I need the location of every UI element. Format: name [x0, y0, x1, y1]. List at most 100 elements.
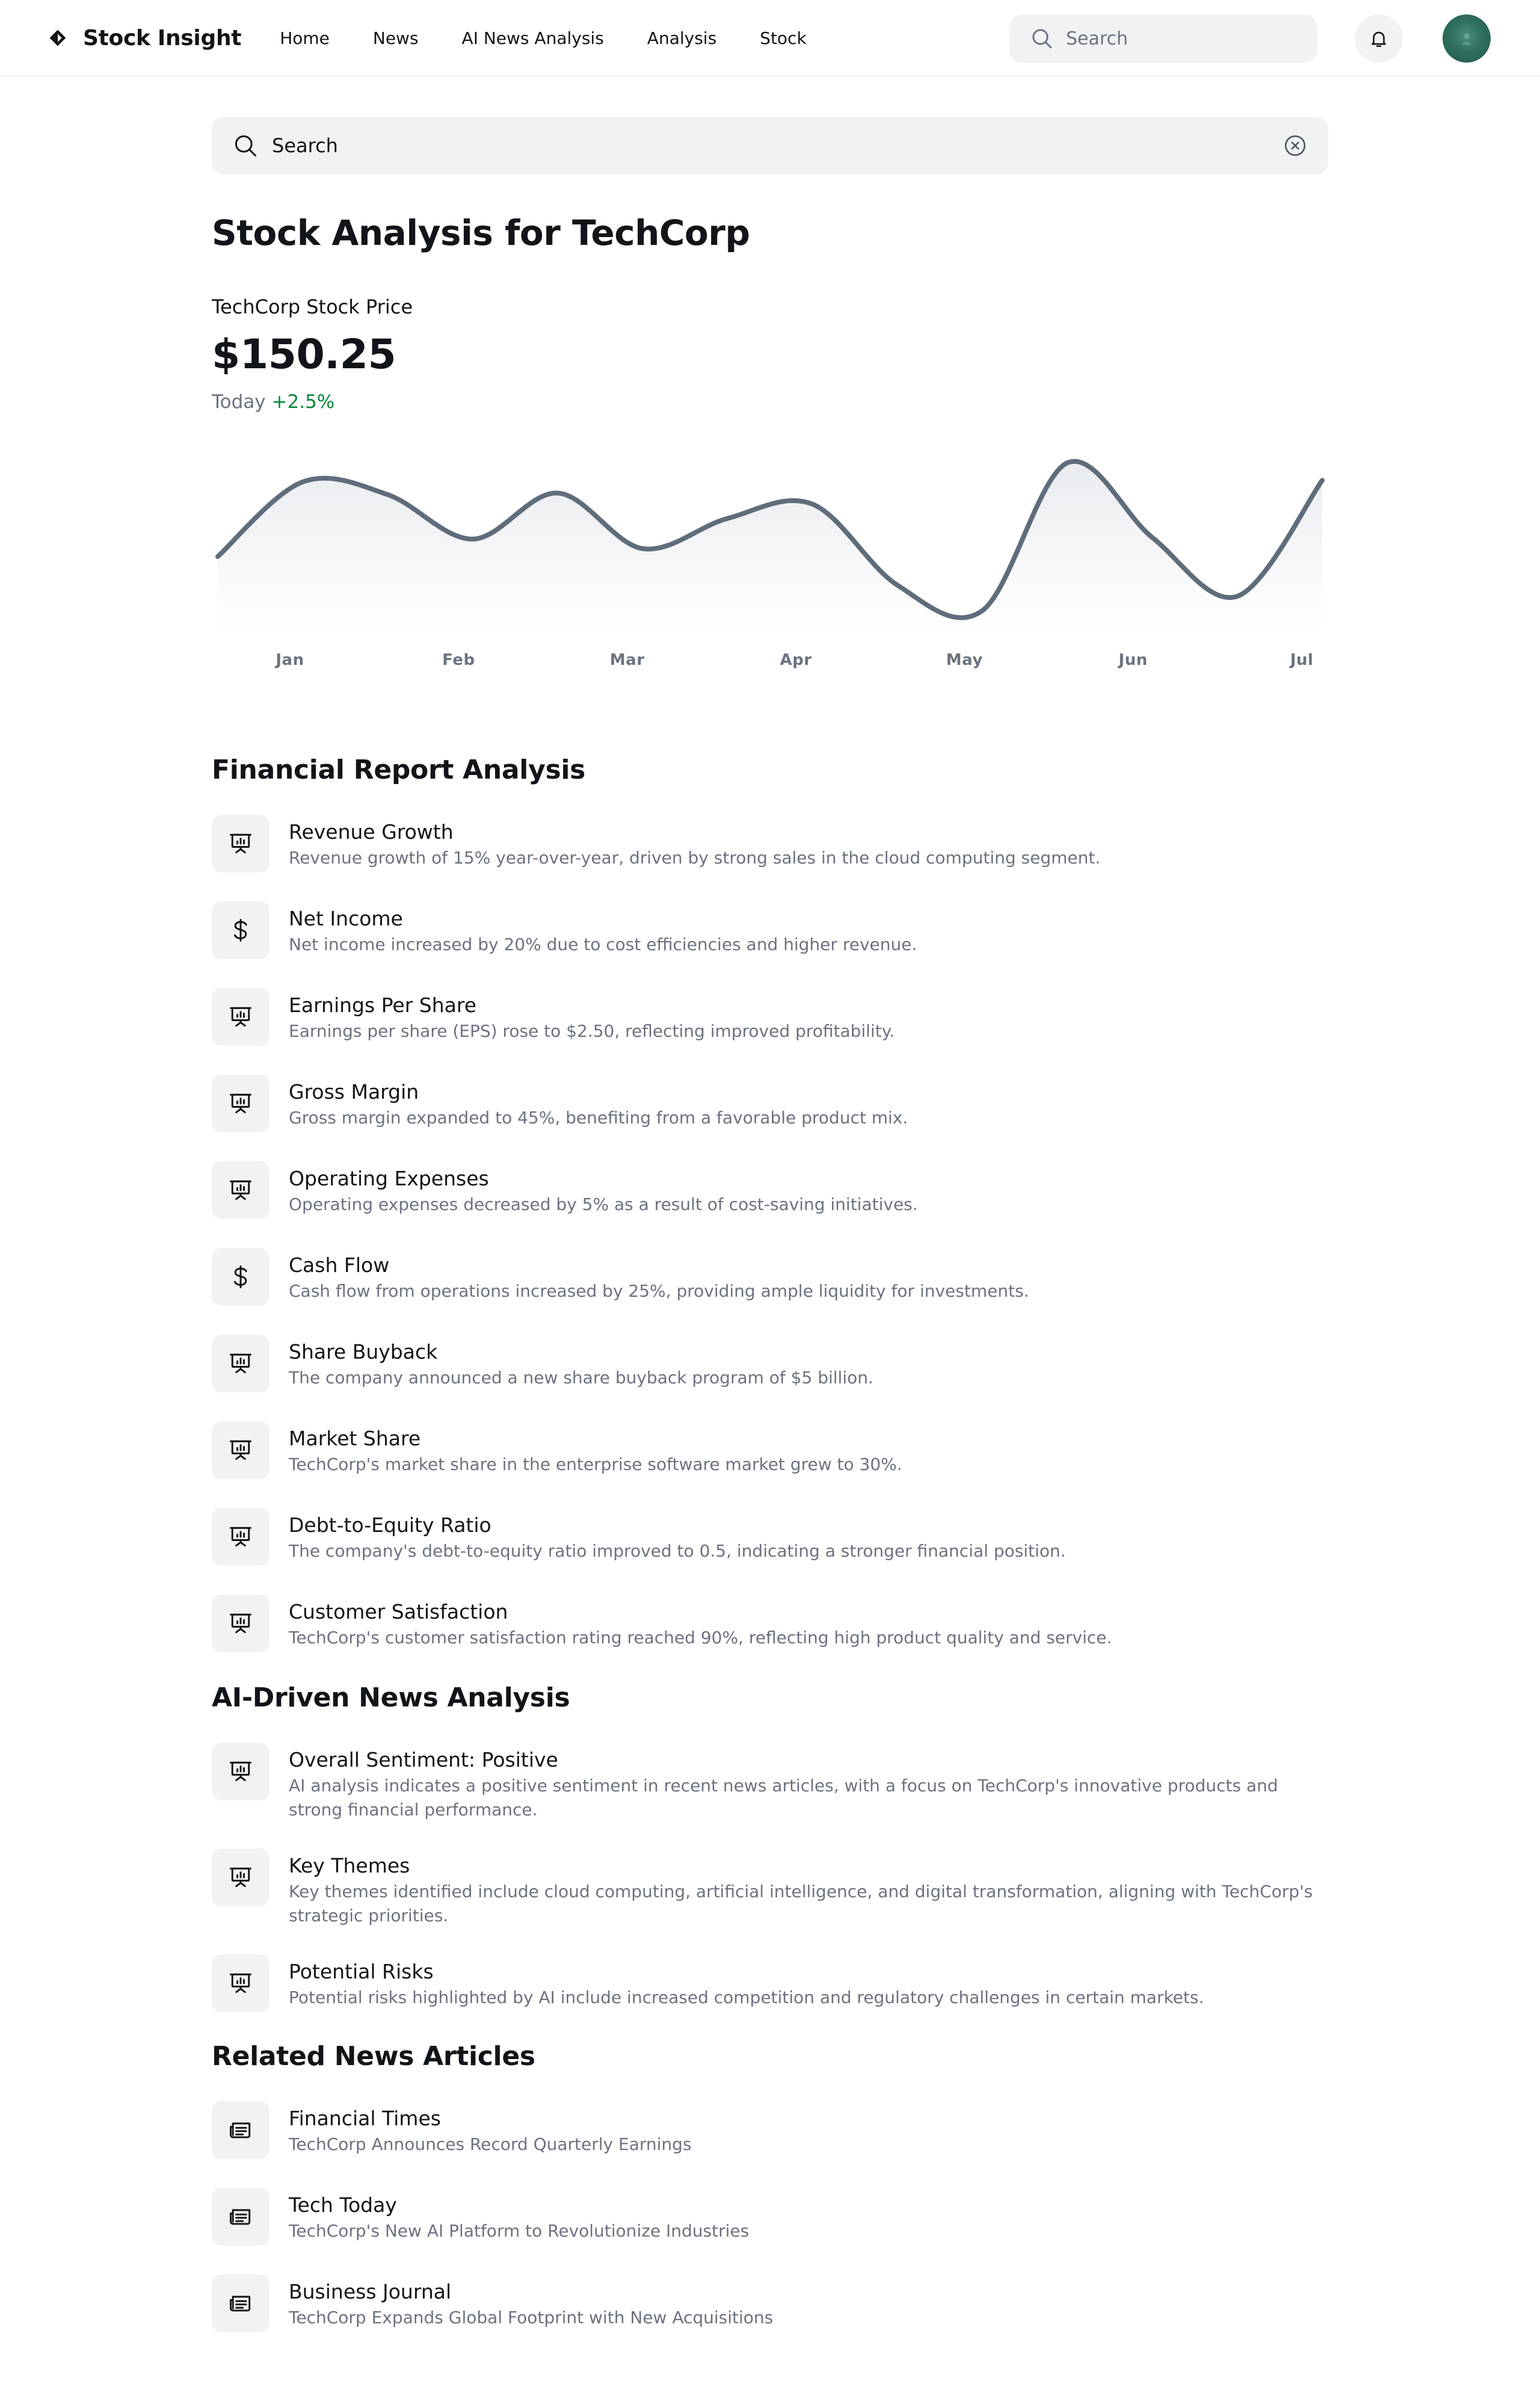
list-item-gross-margin[interactable]: Gross Margin Gross margin expanded to 45%… [212, 1075, 1328, 1132]
list-item-potential-risks[interactable]: Potential Risks Potential risks highlight… [212, 1954, 1328, 2012]
list-item-title: Revenue Growth [289, 820, 454, 844]
list-item-title: Gross Margin [289, 1080, 419, 1104]
list-item-description: TechCorp's customer satisfaction rating … [289, 1628, 1112, 1647]
list-item-tech-today[interactable]: Tech Today TechCorp's New AI Platform to … [212, 2188, 1328, 2246]
presentation-chart-icon [212, 815, 270, 872]
x-tick-apr: Apr [780, 651, 812, 669]
nav-analysis[interactable]: Analysis [647, 28, 716, 48]
page-title: Stock Analysis for TechCorp [212, 212, 750, 253]
nav-stock[interactable]: Stock [760, 28, 807, 48]
list-item-description: Operating expenses decreased by 5% as a … [289, 1194, 918, 1214]
presentation-chart-icon [212, 1743, 270, 1800]
presentation-chart-icon [212, 1954, 270, 2012]
presentation-chart-icon [212, 1075, 270, 1132]
list-item-earnings-per-share[interactable]: Earnings Per Share Earnings per share (EP… [212, 988, 1328, 1046]
list-item-description: Key themes identified include cloud comp… [289, 1882, 1313, 1925]
list-item-debt-to-equity-ratio[interactable]: Debt-to-Equity Ratio The company's debt-t… [212, 1508, 1328, 1566]
ai-news-analysis-list: Overall Sentiment: Positive AI analysis i… [212, 1743, 1328, 2012]
list-item-description: Earnings per share (EPS) rose to $2.50, … [289, 1021, 895, 1041]
presentation-chart-icon [212, 1421, 270, 1479]
dollar-icon [212, 901, 270, 959]
avatar-figure-icon [1461, 33, 1472, 45]
nav-ai-news-analysis[interactable]: AI News Analysis [462, 28, 604, 48]
newspaper-icon [212, 2101, 270, 2159]
header-search-input[interactable] [1066, 28, 1307, 49]
list-item-description: TechCorp Expands Global Footprint with N… [289, 2308, 774, 2327]
list-item-title: Operating Expenses [289, 1167, 489, 1190]
list-item-description: Gross margin expanded to 45%, benefiting… [289, 1108, 908, 1128]
x-tick-jun: Jun [1118, 651, 1148, 669]
main-search-bar[interactable] [212, 117, 1328, 174]
clear-search-icon[interactable] [1283, 133, 1308, 158]
list-item-description: TechCorp Announces Record Quarterly Earn… [289, 2134, 692, 2154]
list-item-text: Net Income Net income increased by 20% du… [289, 901, 917, 957]
stock-price-change: Today +2.5% [212, 390, 1328, 414]
list-item-share-buyback[interactable]: Share Buyback The company announced a new… [212, 1335, 1328, 1392]
list-item-market-share[interactable]: Market Share TechCorp's market share in t… [212, 1421, 1328, 1479]
main-content: Stock Analysis for TechCorp TechCorp Sto… [212, 117, 1328, 2361]
presentation-chart-icon [212, 988, 270, 1046]
list-item-text: Share Buyback The company announced a new… [289, 1335, 873, 1390]
presentation-chart-icon [212, 1848, 270, 1906]
main-nav: Home News AI News Analysis Analysis Stoc… [280, 28, 806, 48]
list-item-title: Potential Risks [289, 1960, 434, 1983]
list-item-text: Cash Flow Cash flow from operations incre… [289, 1248, 1029, 1303]
price-period: Today [212, 391, 266, 413]
list-item-text: Financial Times TechCorp Announces Record… [289, 2101, 692, 2157]
list-item-overall-sentiment-positive[interactable]: Overall Sentiment: Positive AI analysis i… [212, 1743, 1328, 1822]
list-item-text: Business Journal TechCorp Expands Global … [289, 2274, 773, 2330]
list-item-title: Customer Satisfaction [289, 1600, 508, 1623]
list-item-description: Cash flow from operations increased by 2… [289, 1281, 1029, 1301]
list-item-financial-times[interactable]: Financial Times TechCorp Announces Record… [212, 2101, 1328, 2159]
stock-price-chart: Jan Feb Mar Apr May Jun Jul [212, 438, 1328, 691]
presentation-chart-icon [212, 1508, 270, 1566]
list-item-net-income[interactable]: Net Income Net income increased by 20% du… [212, 901, 1328, 959]
nav-home[interactable]: Home [280, 28, 330, 48]
list-item-title: Overall Sentiment: Positive [289, 1748, 558, 1771]
newspaper-icon [212, 2274, 270, 2332]
list-item-description: Net income increased by 20% due to cost … [289, 934, 917, 954]
newspaper-icon [212, 2188, 270, 2246]
financial-report-title: Financial Report Analysis [212, 755, 586, 785]
dollar-icon [212, 1248, 270, 1306]
list-item-customer-satisfaction[interactable]: Customer Satisfaction TechCorp's customer… [212, 1595, 1328, 1652]
brand-name: Stock Insight [83, 25, 242, 51]
list-item-operating-expenses[interactable]: Operating Expenses Operating expenses dec… [212, 1161, 1328, 1219]
list-item-revenue-growth[interactable]: Revenue Growth Revenue growth of 15% year… [212, 815, 1328, 872]
list-item-text: Revenue Growth Revenue growth of 15% year… [289, 815, 1100, 870]
list-item-text: Gross Margin Gross margin expanded to 45%… [289, 1075, 908, 1130]
list-item-description: The company's debt-to-equity ratio impro… [289, 1541, 1066, 1561]
related-news-list: Financial Times TechCorp Announces Record… [212, 2101, 1328, 2332]
list-item-title: Earnings Per Share [289, 993, 477, 1017]
notifications-button[interactable] [1355, 14, 1403, 63]
list-item-text: Key Themes Key themes identified include … [289, 1848, 1328, 1928]
nav-news[interactable]: News [373, 28, 419, 48]
list-item-business-journal[interactable]: Business Journal TechCorp Expands Global … [212, 2274, 1328, 2332]
list-item-description: TechCorp's New AI Platform to Revolution… [289, 2221, 750, 2241]
x-tick-feb: Feb [442, 651, 475, 669]
x-tick-jul: Jul [1290, 651, 1314, 669]
list-item-title: Debt-to-Equity Ratio [289, 1513, 491, 1537]
user-avatar[interactable] [1443, 14, 1491, 63]
presentation-chart-icon [212, 1595, 270, 1652]
diamond-logo-icon [49, 29, 66, 46]
list-item-title: Share Buyback [289, 1340, 438, 1363]
list-item-title: Cash Flow [289, 1253, 390, 1277]
list-item-title: Financial Times [289, 2107, 441, 2130]
header-search[interactable] [1009, 14, 1317, 63]
list-item-description: TechCorp's market share in the enterpris… [289, 1454, 902, 1474]
x-tick-mar: Mar [609, 651, 645, 669]
ai-news-analysis-title: AI-Driven News Analysis [212, 1682, 570, 1713]
list-item-description: Revenue growth of 15% year-over-year, dr… [289, 848, 1101, 868]
brand[interactable]: Stock Insight [48, 26, 241, 51]
chart-x-axis: Jan Feb Mar Apr May Jun Jul [212, 651, 1328, 675]
search-icon [235, 135, 256, 156]
list-item-description: Potential risks highlighted by AI includ… [289, 1987, 1204, 2007]
list-item-title: Market Share [289, 1427, 421, 1450]
list-item-description: The company announced a new share buybac… [289, 1368, 873, 1388]
search-icon [1032, 29, 1052, 49]
top-navigation-bar: Stock Insight Home News AI News Analysis… [0, 0, 1540, 77]
main-search-input[interactable] [272, 134, 1269, 157]
list-item-key-themes[interactable]: Key Themes Key themes identified include … [212, 1848, 1328, 1928]
list-item-cash-flow[interactable]: Cash Flow Cash flow from operations incre… [212, 1248, 1328, 1306]
